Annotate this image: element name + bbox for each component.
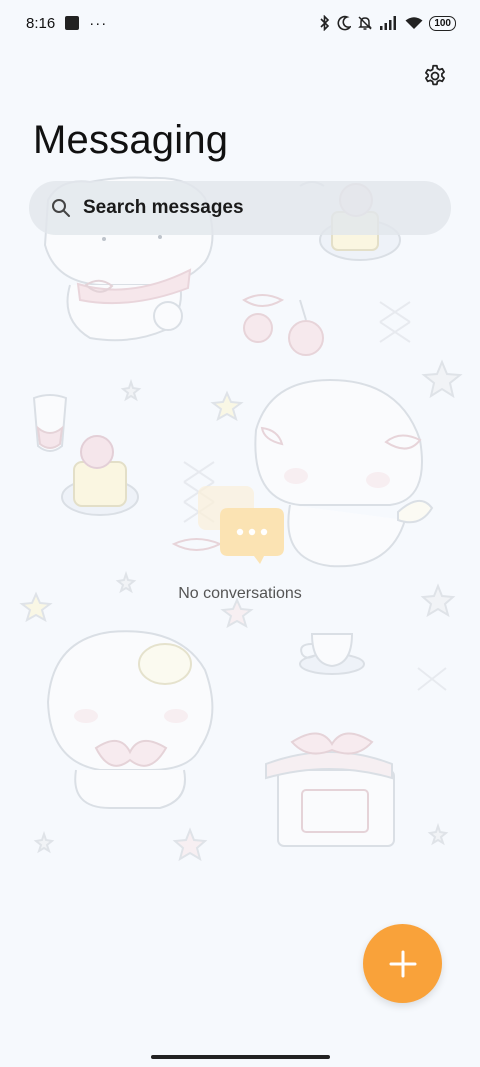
shop-illustration bbox=[265, 732, 395, 847]
notification-square-icon bbox=[65, 16, 80, 30]
search-icon bbox=[52, 199, 70, 217]
plus-icon bbox=[389, 950, 416, 977]
status-time: 8:16 bbox=[26, 14, 56, 32]
cherries-illustration bbox=[242, 294, 324, 356]
status-bar: 8:16 ··· 100 bbox=[0, 0, 480, 46]
battery-icon: 100 bbox=[429, 15, 456, 31]
search-bar[interactable]: Search messages bbox=[29, 181, 451, 235]
dessert-illustration-left bbox=[32, 394, 139, 516]
gesture-navigation-handle[interactable] bbox=[151, 1055, 330, 1059]
bluetooth-icon bbox=[320, 15, 330, 31]
moon-icon bbox=[337, 15, 352, 31]
empty-state-text: No conversations bbox=[178, 585, 302, 602]
wifi-icon bbox=[405, 17, 423, 29]
settings-button[interactable] bbox=[418, 59, 452, 93]
teacup-illustration bbox=[299, 633, 365, 675]
cat-illustration-bottom-left bbox=[46, 630, 214, 809]
more-notifications-icon: ··· bbox=[89, 14, 108, 32]
page-title: Messaging bbox=[33, 118, 229, 162]
search-input[interactable]: Search messages bbox=[83, 197, 244, 219]
new-conversation-button[interactable] bbox=[363, 924, 442, 1003]
lattice-illustration-right bbox=[379, 301, 411, 343]
lattice-illustration-bottom-right bbox=[417, 667, 447, 691]
bell-muted-icon bbox=[358, 16, 373, 30]
chat-bubble-icon bbox=[198, 486, 284, 564]
gear-icon bbox=[425, 64, 445, 86]
signal-icon bbox=[380, 16, 397, 30]
